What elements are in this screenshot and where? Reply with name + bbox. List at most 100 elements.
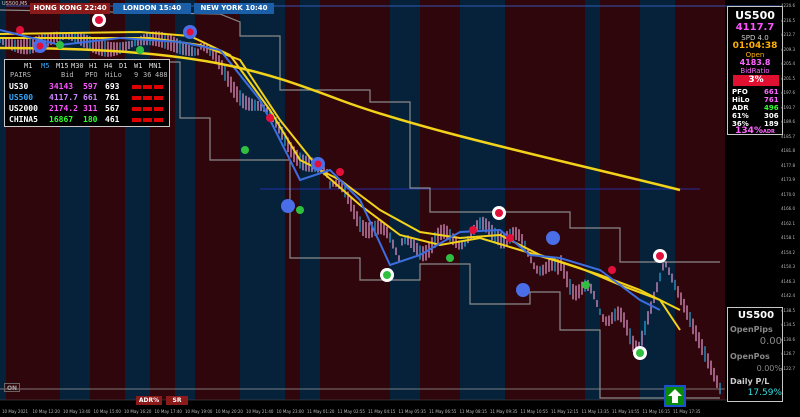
signal-dot: [136, 46, 144, 54]
pair-bid: 16867: [49, 115, 74, 124]
on-toggle-button[interactable]: ON: [4, 383, 20, 392]
session-zone-red: [345, 0, 360, 400]
signal-dot: [582, 281, 590, 289]
price-tick-label: 4185.7: [781, 133, 795, 139]
price-tick-label: 4220.6: [781, 3, 795, 8]
session-zone-red: [520, 0, 540, 400]
window-title: US500,M5: [2, 1, 28, 7]
session-zone-red: [320, 0, 345, 400]
time-tick-label: 11 May 04:15: [368, 409, 396, 414]
adr-percent: 134%ADR: [728, 126, 782, 136]
strength-bars: [132, 118, 166, 123]
adr-percent-button[interactable]: ADR%: [136, 396, 162, 405]
session-zone-blue: [585, 0, 600, 400]
time-tick-label: 11 May 05:35: [398, 409, 426, 414]
blue-signal-center: [314, 160, 322, 168]
open-value: 4183.8: [739, 58, 771, 67]
strength-bars: [132, 96, 166, 101]
price-tick-label: 4197.6: [781, 90, 795, 95]
signal-dot: [266, 114, 274, 122]
price-tick-label: 4150.3: [781, 264, 795, 269]
header-n3: 488: [155, 71, 168, 79]
time-tick-label: 11 May 12:15: [551, 409, 579, 414]
signal-dot: [608, 266, 616, 274]
buy-arrow-button[interactable]: [664, 385, 686, 407]
price-tick-label: 4193.7: [781, 104, 795, 110]
session-zone-red: [600, 0, 640, 400]
price-tick-label: 4138.5: [781, 307, 795, 313]
session-zone-blue: [300, 0, 320, 400]
adr-percent-value: 134%: [735, 126, 763, 136]
session-new-york: NEW YORK 10:40: [194, 3, 274, 14]
time-tick-label: 10 May 21:40: [246, 409, 274, 414]
time-tick-label: 11 May 10:55: [520, 409, 548, 414]
price-tick-label: 4177.8: [781, 162, 795, 168]
blue-signal-center: [186, 28, 194, 36]
price-tick-label: 4166.0: [781, 206, 795, 211]
time-tick-label: 10 May 15:00: [93, 409, 121, 414]
price-tick-label: 4142.4: [781, 293, 795, 298]
signal-ring-center: [636, 349, 644, 357]
pairs-panel: M1 M5 M15 M30 H1 H4 D1 W1 MN1 PAIRS Bid …: [4, 59, 170, 127]
stat-hilo-key: HiLo: [732, 96, 750, 104]
stat-pfo-value: 661: [764, 88, 779, 96]
session-zone-red: [675, 0, 725, 400]
signal-dot: [446, 254, 454, 262]
price-tick-label: 4126.7: [781, 351, 795, 356]
up-arrow-icon: [668, 389, 682, 403]
stat-pfo-key: PFO: [732, 88, 748, 96]
candle-timer: 01:04:38: [732, 41, 778, 51]
time-tick-label: 11 May 02:55: [337, 409, 365, 414]
adr-suffix: ADR: [762, 129, 775, 135]
price-tick-label: 4122.7: [781, 365, 795, 371]
profit-loss-panel: US500 OpenPips 0.00 OpenPos 0.00% Daily …: [727, 307, 783, 402]
signal-dot: [469, 226, 477, 234]
price-tick-label: 4130.6: [781, 336, 795, 342]
session-zone-red: [505, 0, 520, 400]
time-tick-label: 11 May 13:35: [581, 409, 609, 414]
time-tick-label: 11 May 17:35: [673, 409, 701, 414]
signal-dot: [16, 26, 24, 34]
signal-ring-center: [656, 252, 664, 260]
open-pos-value: 0.00%: [756, 364, 782, 373]
time-tick-label: 11 May 16:15: [642, 409, 670, 414]
signal-ring-center: [383, 271, 391, 279]
session-zone-blue: [640, 0, 675, 400]
bidratio-value: 3%: [733, 75, 779, 86]
price-tick-label: 4216.5: [781, 17, 795, 23]
signal-dot: [336, 168, 344, 176]
support-resistance-button[interactable]: SR: [166, 396, 188, 405]
time-tick-label: 11 May 01:20: [307, 409, 335, 414]
stat-adr-key: ADR: [732, 104, 749, 112]
time-tick-label: 10 May 2021: [2, 409, 29, 414]
price-tick-label: 4146.3: [781, 278, 795, 284]
price-tick-label: 4209.3: [781, 46, 795, 52]
time-tick-label: 11 May 09:35: [490, 409, 518, 414]
signal-dot: [506, 234, 514, 242]
price-tick-label: 4134.5: [781, 322, 795, 327]
daily-pl-label: Daily P/L: [730, 377, 770, 386]
session-zone-red: [420, 0, 460, 400]
price-tick-label: 4189.6: [781, 119, 795, 124]
signal-dot: [296, 206, 304, 214]
open-pos-label: OpenPos: [730, 352, 770, 361]
bidratio-label: BidRatio: [740, 67, 770, 75]
time-tick-label: 10 May 17:40: [154, 409, 182, 414]
time-tick-label: 10 May 23:00: [276, 409, 304, 414]
session-london: LONDON 15:40: [113, 3, 191, 14]
time-tick-label: 11 May 08:15: [459, 409, 487, 414]
signal-ring-center: [495, 209, 503, 217]
time-tick-label: 11 May 06:55: [429, 409, 457, 414]
stat-61-key: 61%: [732, 112, 749, 120]
stat-adr-value: 496: [764, 104, 779, 112]
header-n2: 36: [143, 71, 152, 79]
signal-dot: [56, 41, 64, 49]
price-tick-label: 4181.8: [781, 148, 795, 153]
time-tick-label: 10 May 20:20: [215, 409, 243, 414]
signal-ring-center: [95, 16, 103, 24]
blue-signal-center: [519, 286, 527, 294]
price-tick-label: 4154.2: [781, 249, 795, 255]
tf-m5[interactable]: M5: [41, 60, 49, 72]
symbol-name: US500: [735, 9, 775, 22]
session-zone-blue: [240, 0, 285, 400]
